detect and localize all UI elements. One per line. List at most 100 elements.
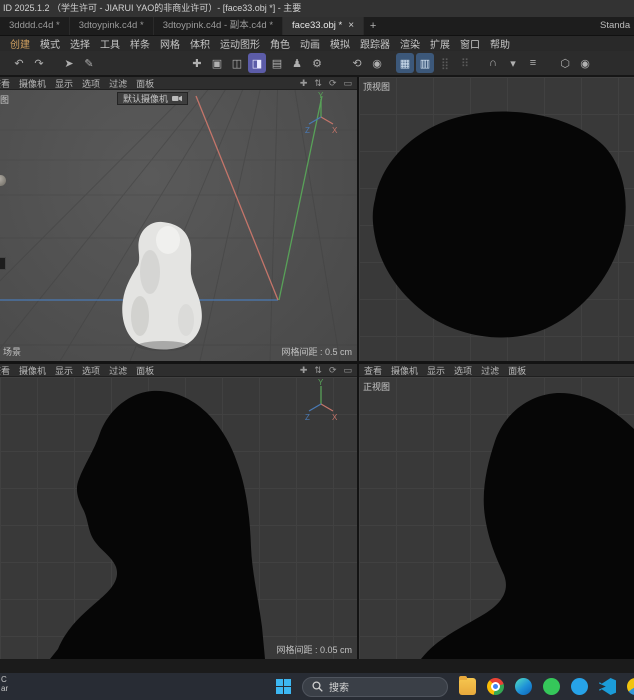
orbit-icon[interactable]: ⟳ bbox=[329, 365, 337, 376]
menu-simulate[interactable]: 模拟 bbox=[325, 36, 355, 51]
layout-selector[interactable]: Standa bbox=[592, 17, 634, 35]
perspective-canvas[interactable]: 透视视图 默认摄像机 Y X Z bbox=[0, 90, 357, 361]
dots-a-icon[interactable]: ⣿ bbox=[436, 53, 454, 73]
tab-3dddd[interactable]: 3dddd.c4d * bbox=[0, 17, 70, 35]
window-title: ID 2025.1.2 （学生许可 - JIARUI YAO的非商业许可）- [… bbox=[3, 3, 302, 13]
vscode-icon[interactable] bbox=[599, 678, 616, 695]
redo-icon[interactable]: ↷ bbox=[30, 53, 48, 73]
viewport-front[interactable]: 查看 摄像机 显示 选项 过滤 面板 正视图 bbox=[359, 364, 634, 659]
dots-b-icon[interactable]: ⠿ bbox=[456, 53, 474, 73]
new-document-button[interactable]: + bbox=[364, 17, 382, 35]
viewport-perspective[interactable]: 查看 摄像机 显示 选项 过滤 面板 ✚ ⇅ ⟳ ▭ bbox=[0, 77, 357, 361]
menu-select[interactable]: 选择 bbox=[65, 36, 95, 51]
vp-menu-options[interactable]: 选项 bbox=[82, 77, 100, 90]
axis-gizmo[interactable]: Y X Z bbox=[303, 378, 339, 422]
snap-plane-icon[interactable]: ▥ bbox=[416, 53, 434, 73]
menu-mode[interactable]: 模式 bbox=[35, 36, 65, 51]
tab-label: 3dtoypink.c4d * bbox=[78, 20, 144, 31]
vp-menu-panel[interactable]: 面板 bbox=[136, 77, 154, 90]
poly-pen-icon[interactable]: ▤ bbox=[268, 53, 286, 73]
character-tool-icon[interactable]: ♟ bbox=[288, 53, 306, 73]
chrome-icon[interactable] bbox=[487, 678, 504, 695]
capsule-hex-icon[interactable]: ⬡ bbox=[556, 53, 574, 73]
menu-tools[interactable]: 工具 bbox=[95, 36, 125, 51]
tab-face33-active[interactable]: face33.obj * × bbox=[283, 17, 365, 35]
modeling-cube-a-icon[interactable]: ▣ bbox=[208, 53, 226, 73]
menu-animate[interactable]: 动画 bbox=[295, 36, 325, 51]
vp-menu-display[interactable]: 显示 bbox=[55, 364, 73, 377]
file-explorer-icon[interactable] bbox=[459, 676, 476, 695]
edge-icon[interactable] bbox=[515, 678, 532, 695]
top-view-canvas[interactable]: 顶视图 bbox=[359, 77, 634, 361]
green-app-icon[interactable] bbox=[543, 678, 560, 695]
vp-menu-options[interactable]: 选项 bbox=[454, 364, 472, 377]
snap-grid-icon[interactable]: ▦ bbox=[396, 53, 414, 73]
tool-settings-icon[interactable]: ⚙ bbox=[308, 53, 326, 73]
menu-mesh[interactable]: 网格 bbox=[155, 36, 185, 51]
menu-spline[interactable]: 样条 bbox=[125, 36, 155, 51]
menu-extensions[interactable]: 扩展 bbox=[425, 36, 455, 51]
viewport-right[interactable]: 查看 摄像机 显示 选项 过滤 面板 ✚ ⇅ ⟳ ▭ 右视图 bbox=[0, 364, 357, 659]
right-view-canvas[interactable]: 右视图 Y X Z 网格间距 : 0.05 cm bbox=[0, 377, 357, 659]
live-selection-icon[interactable]: ➤ bbox=[60, 53, 78, 73]
ruler-icon[interactable]: ≡ bbox=[524, 53, 542, 73]
brush-tool-icon[interactable]: ✎ bbox=[80, 53, 98, 73]
capsule-circle-icon[interactable]: ◉ bbox=[576, 53, 594, 73]
messenger-app-icon[interactable] bbox=[571, 678, 588, 695]
document-tabbar: 3dddd.c4d * 3dtoypink.c4d * 3dtoypink.c4… bbox=[0, 17, 634, 36]
grid-spacing-hud: 网格间距 : 0.05 cm bbox=[276, 645, 352, 655]
vp-menu-panel[interactable]: 面板 bbox=[508, 364, 526, 377]
orbit-tool-icon[interactable]: ⟲ bbox=[348, 53, 366, 73]
start-button-icon[interactable] bbox=[276, 679, 291, 694]
viewport-top[interactable]: 顶视图 bbox=[359, 77, 634, 361]
vp-menu-filter[interactable]: 过滤 bbox=[109, 364, 127, 377]
close-tab-icon[interactable]: × bbox=[348, 21, 354, 31]
tab-3dtoypink-copy[interactable]: 3dtoypink.c4d - 副本.c4d * bbox=[154, 17, 284, 35]
simulate-tool-icon[interactable]: ◨ bbox=[248, 53, 266, 73]
maximize-viewport-icon[interactable]: ▭ bbox=[343, 365, 352, 376]
tab-label: 3dddd.c4d * bbox=[9, 20, 60, 31]
tab-3dtoypink[interactable]: 3dtoypink.c4d * bbox=[70, 17, 154, 35]
front-view-canvas[interactable]: 正视图 bbox=[359, 377, 634, 659]
magnet-snap-icon[interactable]: ∩ bbox=[484, 53, 502, 73]
maximize-viewport-icon[interactable]: ▭ bbox=[343, 78, 352, 89]
move-tool-icon[interactable]: ✚ bbox=[188, 53, 206, 73]
vp-menu-camera[interactable]: 摄像机 bbox=[19, 77, 46, 90]
snap-dropdown-icon[interactable]: ▾ bbox=[504, 53, 522, 73]
menu-render[interactable]: 渲染 bbox=[395, 36, 425, 51]
menu-volume[interactable]: 体积 bbox=[185, 36, 215, 51]
vp-menu-filter[interactable]: 过滤 bbox=[481, 364, 499, 377]
vp-menu-view[interactable]: 查看 bbox=[0, 364, 10, 377]
vp-menu-view[interactable]: 查看 bbox=[364, 364, 382, 377]
vp-menu-camera[interactable]: 摄像机 bbox=[19, 364, 46, 377]
dolly-icon[interactable]: ⇅ bbox=[314, 365, 322, 376]
menu-mograph[interactable]: 运动图形 bbox=[215, 36, 265, 51]
camera-name: 默认摄像机 bbox=[123, 94, 169, 104]
modeling-cube-b-icon[interactable]: ◫ bbox=[228, 53, 246, 73]
search-label: 搜索 bbox=[329, 683, 349, 694]
menu-create[interactable]: 创建 bbox=[5, 36, 35, 51]
vp-menu-options[interactable]: 选项 bbox=[82, 364, 100, 377]
vp-menu-view[interactable]: 查看 bbox=[0, 77, 10, 90]
vp-menu-filter[interactable]: 过滤 bbox=[109, 77, 127, 90]
dolly-icon[interactable]: ⇅ bbox=[314, 78, 322, 89]
pan-icon[interactable]: ✚ bbox=[300, 78, 308, 89]
world-axis-x bbox=[195, 95, 279, 301]
vp-menu-display[interactable]: 显示 bbox=[427, 364, 445, 377]
pan-icon[interactable]: ✚ bbox=[300, 365, 308, 376]
orbit-icon[interactable]: ⟳ bbox=[329, 78, 337, 89]
camera-selector-button[interactable]: 默认摄像机 bbox=[117, 92, 189, 105]
menu-window[interactable]: 窗口 bbox=[455, 36, 485, 51]
window-titlebar[interactable]: ID 2025.1.2 （学生许可 - JIARUI YAO的非商业许可）- [… bbox=[0, 0, 634, 17]
browser-partial-icon[interactable] bbox=[627, 678, 634, 695]
vp-menu-panel[interactable]: 面板 bbox=[136, 364, 154, 377]
undo-icon[interactable]: ↶ bbox=[10, 53, 28, 73]
menu-character[interactable]: 角色 bbox=[265, 36, 295, 51]
vp-menu-display[interactable]: 显示 bbox=[55, 77, 73, 90]
vp-menu-camera[interactable]: 摄像机 bbox=[391, 364, 418, 377]
axis-gizmo[interactable]: Y X Z bbox=[303, 91, 339, 135]
taskbar-search[interactable]: 搜索 bbox=[302, 676, 448, 697]
menu-tracker[interactable]: 跟踪器 bbox=[355, 36, 395, 51]
lock-icon[interactable]: ◉ bbox=[368, 53, 386, 73]
menu-help[interactable]: 帮助 bbox=[485, 36, 515, 51]
